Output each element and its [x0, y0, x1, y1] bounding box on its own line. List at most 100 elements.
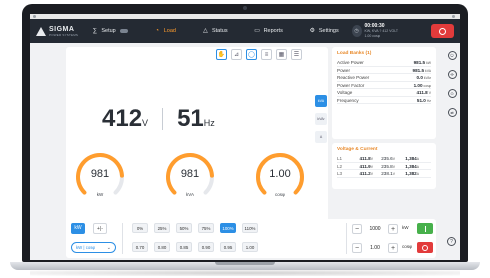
transfer-icon[interactable]: ⇄ [447, 108, 457, 117]
panel-row: Frequency 51.0Hz [337, 97, 431, 104]
laptop-shadow [30, 270, 460, 276]
voltage-current-panel: Voltage & Current L1 411.8V 235.6V 1,384A L… [332, 143, 436, 189]
stepper-unit: kW [402, 225, 409, 230]
unit-toggle-group: kVA kVAr A [315, 95, 327, 143]
nav-settings[interactable]: ⚙ Settings [296, 19, 352, 43]
main-readout: 412V 51Hz [102, 105, 215, 133]
start-button[interactable] [417, 223, 433, 234]
warning-icon: △ [203, 27, 208, 34]
brand-logo: SIGMA POWER SYSTEMS [36, 26, 78, 37]
cosphi-button[interactable]: 1.00 [242, 242, 258, 252]
panel-row: Power 981.5kVA [337, 67, 431, 74]
percent-button[interactable]: 50% [176, 223, 192, 233]
gauge-value: 1.00 [269, 168, 291, 180]
app-screen: SIGMA POWER SYSTEMS ∑ Setup ◔ Load △ Sta… [30, 14, 460, 260]
stepper-value[interactable]: 1.00 [362, 245, 388, 251]
nav-load[interactable]: ◔ Load [141, 19, 189, 43]
sigma-logo-icon [36, 26, 46, 36]
cosphi-button[interactable]: 0.90 [198, 242, 214, 252]
os-dot-icon [452, 15, 455, 18]
chart-view-button[interactable]: ⊿ [231, 49, 242, 60]
cosphi-button[interactable]: 0.95 [220, 242, 236, 252]
camera-dot [243, 6, 247, 10]
gauge-unit: kVA [186, 192, 194, 197]
nav-setup[interactable]: ∑ Setup [78, 19, 140, 43]
panel-title: Voltage & Current [337, 147, 378, 152]
percent-button[interactable]: 75% [198, 223, 214, 233]
percent-button[interactable]: 110% [242, 223, 258, 233]
hand-view-button[interactable]: ✋ [216, 49, 227, 60]
stop-button[interactable] [417, 242, 433, 253]
increment-button[interactable]: + [388, 223, 398, 234]
panel-row: Reactive Power 0.0kVAr [337, 75, 431, 82]
list-view-button[interactable]: ≡ [261, 49, 272, 60]
nav-reports[interactable]: ▭ Reports [241, 19, 296, 43]
plus-minus-mode-button[interactable]: +|- [93, 223, 107, 234]
power-on-icon[interactable]: ⏻ [447, 51, 457, 60]
gauge-unit: cosφ [275, 192, 285, 197]
cosphi-gauge: 1.00 cosφ [254, 151, 306, 203]
help-icon[interactable]: ? [447, 237, 456, 246]
increment-button[interactable]: + [388, 242, 398, 253]
amps-toggle-button[interactable]: A [315, 131, 327, 143]
phase-row: L2 411.9V 235.8V 1,384A [337, 163, 431, 170]
os-dot-icon [33, 15, 36, 18]
table-view-button[interactable]: ☰ [291, 49, 302, 60]
cooling-icon[interactable]: ✣ [447, 70, 457, 79]
meter-icon[interactable]: ⊙ [447, 89, 457, 98]
panel-row: Voltage 411.8V [337, 90, 431, 97]
percent-button[interactable]: 0% [132, 223, 148, 233]
panel-row: Power Factor 1.00cosφ [337, 82, 431, 89]
laptop-mockup: SIGMA POWER SYSTEMS ∑ Setup ◔ Load △ Sta… [0, 0, 490, 278]
cosphi-button[interactable]: 0.85 [176, 242, 192, 252]
brand-name: SIGMA [49, 25, 75, 33]
divider [162, 108, 164, 130]
readout-card [66, 47, 328, 243]
voltage-value: 412 [102, 105, 143, 132]
load-banks-panel: Load Banks (1) Active Power 981.5kW Power… [332, 47, 436, 139]
load-icon: ◔ [155, 27, 160, 34]
cosphi-button[interactable]: 0.70 [132, 242, 148, 252]
cosphi-button[interactable]: 0.80 [154, 242, 170, 252]
gauge-unit: kW [96, 192, 104, 197]
panel-title: Load Banks (1) [337, 51, 372, 56]
frequency-unit: Hz [203, 118, 215, 128]
run-clock: 00:00:30 KW, KVA ? 412 VOLT 1.00 cosφ [364, 22, 398, 38]
gauge-value: 981 [90, 168, 110, 180]
load-control-bar: kW +|- kW | cosφ ⌄ 0% 25% 50% 75% 100% 1… [66, 219, 436, 258]
voltage-unit: V [142, 118, 149, 128]
grid-view-button[interactable]: ▦ [276, 49, 287, 60]
kw-mode-button[interactable]: kW [71, 223, 85, 234]
percent-button[interactable]: 25% [154, 223, 170, 233]
gear-icon: ⚙ [309, 27, 316, 34]
stepper-value[interactable]: 1000 [362, 226, 388, 232]
divider [122, 223, 123, 254]
frequency-value: 51 [177, 105, 204, 132]
kva-gauge: 981 kVA [164, 151, 216, 203]
decrement-button[interactable]: − [352, 242, 362, 253]
nav-status[interactable]: △ Status [189, 19, 241, 43]
top-nav: SIGMA POWER SYSTEMS ∑ Setup ◔ Load △ Sta… [30, 19, 460, 43]
laptop-notch [215, 262, 275, 265]
mode-select[interactable]: kW | cosφ ⌄ [71, 242, 116, 253]
sliders-icon: ∑ [92, 27, 97, 34]
emergency-stop-button[interactable] [431, 24, 454, 38]
toggle-indicator-icon [119, 29, 128, 33]
right-rail: ⏻ ✣ ⊙ ⇄ [444, 43, 460, 260]
brand-subtitle: POWER SYSTEMS [49, 32, 79, 37]
percent-button-active[interactable]: 100% [220, 223, 236, 233]
stepper-unit: cosφ [402, 244, 413, 249]
kvar-toggle-button[interactable]: kVAr [315, 113, 327, 125]
kw-gauge: 981 kW [74, 151, 126, 203]
decrement-button[interactable]: − [352, 223, 362, 234]
reports-icon: ▭ [254, 27, 260, 34]
stop-icon [422, 244, 428, 251]
phase-row: L3 411.2V 238.1V 1,382A [337, 170, 431, 178]
phase-row: L1 411.8V 235.6V 1,384A [337, 155, 431, 163]
os-status-bar [30, 14, 460, 19]
kva-toggle-button[interactable]: kVA [315, 95, 327, 107]
start-icon [424, 225, 426, 232]
clock-icon: ◷ [351, 25, 362, 37]
gauge-view-button[interactable]: ◯ [246, 49, 257, 60]
gauge-value: 981 [180, 168, 200, 180]
